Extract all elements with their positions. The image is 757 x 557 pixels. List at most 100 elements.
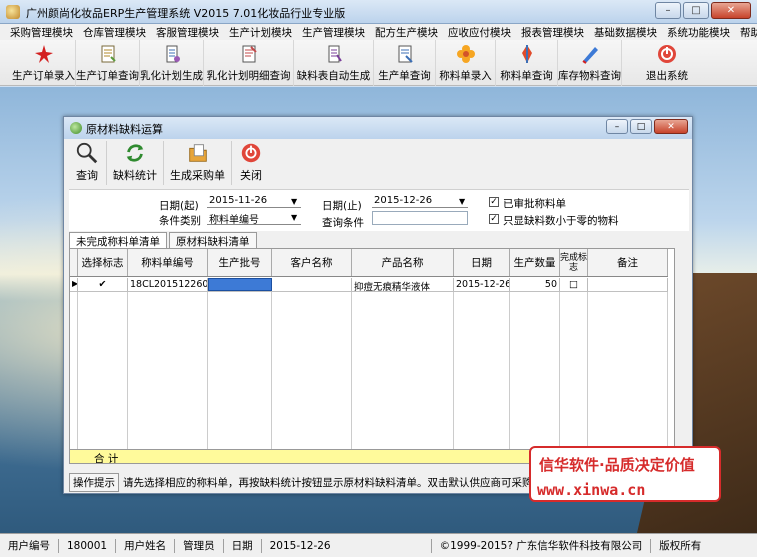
row-select-checkbox[interactable]: ✔ xyxy=(78,278,128,291)
user-name: 管理员 xyxy=(183,540,215,552)
row-date[interactable]: 2015-12-26 xyxy=(454,278,510,291)
user-id: 180001 xyxy=(67,539,108,552)
pdf-icon xyxy=(34,45,53,63)
only-negative-checkbox[interactable]: ✓ xyxy=(489,214,499,224)
condition-type-label: 条件类别 xyxy=(159,215,201,227)
col-code[interactable]: 称料单编号 xyxy=(128,249,208,276)
lab-icon xyxy=(166,45,180,63)
query-button[interactable]: 查询 xyxy=(68,141,107,185)
toolbar-production-order-entry[interactable]: 生产订单录入 xyxy=(12,40,76,86)
status-bar: 用户编号 180001 用户姓名 管理员 日期 2015-12-26 ©1999… xyxy=(0,533,757,557)
row-qty[interactable]: 50 xyxy=(510,278,560,291)
current-date: 2015-12-26 xyxy=(269,539,331,552)
hint-button[interactable]: 操作提示 xyxy=(69,472,119,492)
app-title-bar: 广州颜尚化妆品ERP生产管理系统 V2015 7.01化妆品行业专业版 – □ … xyxy=(0,0,757,24)
child-minimize-button[interactable]: – xyxy=(606,119,628,134)
menu-item-help[interactable]: 帮助 xyxy=(740,25,757,40)
toolbar-shortage-auto[interactable]: 缺料表自动生成 xyxy=(294,40,374,86)
menu-item-service[interactable]: 客服管理模块 xyxy=(156,25,219,40)
menu-item-formula[interactable]: 配方生产模块 xyxy=(375,25,438,40)
query-form: 日期(起) 2015-11-26 ▼ 日期(止) 2015-12-26 ▼ ✓ … xyxy=(69,189,689,231)
col-note[interactable]: 备注 xyxy=(588,249,668,276)
date-from-field[interactable]: 2015-11-26 xyxy=(209,195,267,206)
col-date[interactable]: 日期 xyxy=(454,249,510,276)
menu-item-reports[interactable]: 报表管理模块 xyxy=(521,25,584,40)
recycle-icon xyxy=(126,144,144,162)
child-maximize-button[interactable]: □ xyxy=(630,119,652,134)
row-pointer-icon: ▶ xyxy=(70,278,78,291)
tab-material-shortage-list[interactable]: 原材料缺料清单 xyxy=(169,232,257,248)
query-condition-input[interactable] xyxy=(372,211,468,225)
menu-item-purchase[interactable]: 采购管理模块 xyxy=(10,25,73,40)
toolbar-weigh-entry[interactable]: 称料单录入 xyxy=(436,40,496,86)
child-close-button[interactable]: ✕ xyxy=(654,119,688,134)
menu-bar: 采购管理模块 仓库管理模块 客服管理模块 生产计划模块 生产管理模块 配方生产模… xyxy=(0,24,757,40)
menu-item-finance[interactable]: 应收应付模块 xyxy=(448,25,511,40)
app-icon xyxy=(6,5,20,19)
col-product[interactable]: 产品名称 xyxy=(352,249,454,276)
flower-icon xyxy=(456,45,475,63)
col-customer[interactable]: 客户名称 xyxy=(272,249,352,276)
menu-item-plan[interactable]: 生产计划模块 xyxy=(229,25,292,40)
table-row[interactable]: ▶ ✔ 18CL20151226001 抑痘无痕精华液体 2015-12-26 … xyxy=(70,278,668,292)
user-name-label: 用户姓名 xyxy=(124,540,167,552)
watermark-badge: 信华软件·品质决定价值 www.xinwa.cn xyxy=(529,446,721,502)
child-toolbar: 查询 缺料统计 生成采购单 关闭 xyxy=(68,141,270,185)
grid-body xyxy=(70,292,668,463)
close-window-button[interactable]: 关闭 xyxy=(232,141,270,185)
approved-checkbox[interactable]: ✓ xyxy=(489,197,499,207)
col-done[interactable]: 完成标志 xyxy=(560,249,588,276)
toolbar-emulsify-plan-detail[interactable]: 乳化计划明细查询 xyxy=(204,40,294,86)
menu-item-warehouse[interactable]: 仓库管理模块 xyxy=(83,25,146,40)
minimize-button[interactable]: – xyxy=(655,2,681,19)
menu-item-system[interactable]: 系统功能模块 xyxy=(667,25,730,40)
toolbar-production-query[interactable]: 生产单查询 xyxy=(374,40,436,86)
user-id-label: 用户编号 xyxy=(8,540,50,552)
col-batch[interactable]: 生产批号 xyxy=(208,249,272,276)
date-from-label: 日期(起) xyxy=(159,200,199,212)
tab-unfinished-weigh-list[interactable]: 未完成称料单清单 xyxy=(69,232,167,248)
date-to-field[interactable]: 2015-12-26 xyxy=(374,195,432,206)
tab-bar: 未完成称料单清单 原材料缺料清单 xyxy=(69,232,259,248)
toolbar-inventory-query[interactable]: 库存物料查询 xyxy=(558,40,622,86)
child-title: 原材料缺料运算 xyxy=(86,123,163,136)
toolbar-weigh-query[interactable]: 称料单查询 xyxy=(496,40,558,86)
menu-item-production[interactable]: 生产管理模块 xyxy=(302,25,365,40)
chevron-down-icon[interactable]: ▼ xyxy=(459,197,465,206)
child-app-icon xyxy=(70,122,82,134)
maximize-button[interactable]: □ xyxy=(683,2,709,19)
row-note[interactable] xyxy=(588,278,668,291)
folder-icon xyxy=(188,144,207,162)
box-icon xyxy=(521,45,532,63)
toolbar-production-order-query[interactable]: 生产订单查询 xyxy=(76,40,140,86)
generate-purchase-button[interactable]: 生成采购单 xyxy=(164,141,232,185)
document-icon xyxy=(101,45,116,63)
chevron-down-icon[interactable]: ▼ xyxy=(291,213,297,222)
copyright: ©1999-2015? 广东信华软件科技有限公司 xyxy=(439,540,643,552)
rights: 版权所有 xyxy=(659,540,702,552)
child-title-bar: 原材料缺料运算 – □ ✕ xyxy=(64,117,692,139)
only-negative-label: 只显缺料数小于零的物料 xyxy=(503,215,619,227)
row-done-checkbox[interactable]: □ xyxy=(560,278,588,291)
plan-icon xyxy=(242,45,257,63)
row-batch[interactable] xyxy=(208,278,272,291)
row-code[interactable]: 18CL20151226001 xyxy=(128,278,208,291)
close-button[interactable]: ✕ xyxy=(711,2,751,19)
row-customer[interactable] xyxy=(272,278,352,291)
col-qty[interactable]: 生产数量 xyxy=(510,249,560,276)
power-icon xyxy=(658,45,676,63)
main-toolbar: 生产订单录入 生产订单查询 乳化计划生成 乳化计划明细查询 缺料表自动生成 生产… xyxy=(0,40,757,86)
toolbar-exit[interactable]: 退出系统 xyxy=(622,40,712,86)
shortage-stats-button[interactable]: 缺料统计 xyxy=(107,141,164,185)
row-product[interactable]: 抑痘无痕精华液体 xyxy=(352,278,454,291)
toolbar-emulsify-plan[interactable]: 乳化计划生成 xyxy=(140,40,204,86)
date-label: 日期 xyxy=(231,540,253,552)
app-title: 广州颜尚化妆品ERP生产管理系统 V2015 7.01化妆品行业专业版 xyxy=(26,7,346,20)
search-doc-icon xyxy=(398,45,413,63)
chevron-down-icon[interactable]: ▼ xyxy=(291,197,297,206)
menu-item-basedata[interactable]: 基础数据模块 xyxy=(594,25,657,40)
shortage-icon xyxy=(328,45,342,63)
col-select[interactable]: 选择标志 xyxy=(78,249,128,276)
query-condition-label: 查询条件 xyxy=(322,217,364,229)
total-label: 合 计 xyxy=(94,453,119,464)
